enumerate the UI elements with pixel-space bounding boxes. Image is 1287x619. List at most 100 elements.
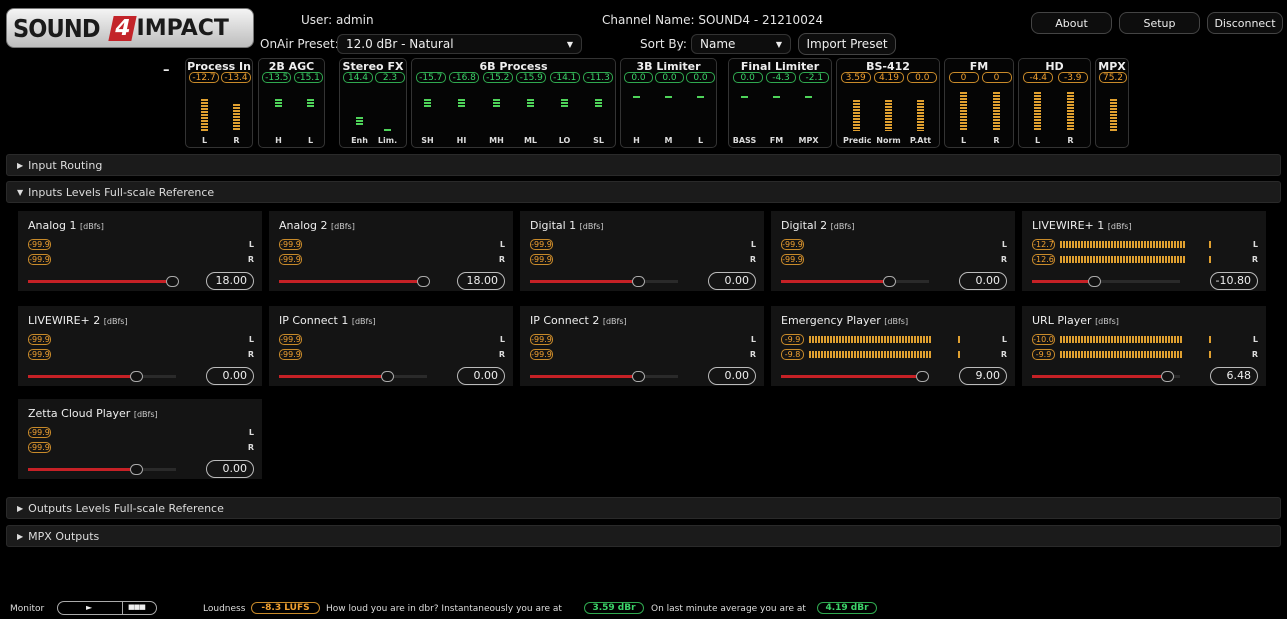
meter-group: FM 0 0 L R [944,58,1014,148]
gain-slider-track[interactable] [781,371,929,382]
meter-group: 2B AGC -13.5 -15.1 H L [258,58,325,148]
right-channel-label: R [1000,255,1007,264]
meter-bar-label: FM [769,136,784,145]
left-level-pill: -99.9 [279,239,302,250]
gain-value-input[interactable]: 0.00 [457,367,505,385]
input-routing-section[interactable]: ▶ Input Routing [6,154,1281,176]
gain-value-input[interactable]: 18.00 [457,272,505,290]
gain-value-input[interactable]: 0.00 [206,460,254,478]
meters-collapse-button[interactable]: – [163,63,170,78]
onair-preset-select[interactable]: 12.0 dBr - Natural ▼ [337,34,582,54]
gain-slider-knob[interactable] [632,371,646,382]
dropdown-caret-icon: ▼ [775,39,782,49]
gain-slider-knob[interactable] [130,371,144,382]
gain-slider-knob[interactable] [381,371,395,382]
gain-slider-track[interactable] [279,276,430,287]
gain-slider-track[interactable] [530,276,678,287]
gain-slider-track[interactable] [1032,371,1180,382]
left-level-pill: -99.9 [28,427,51,438]
channel-value: SOUND4 - 21210024 [698,13,824,27]
mpx-outputs-section[interactable]: ▶ MPX Outputs [6,525,1281,547]
disconnect-button[interactable]: Disconnect [1207,12,1283,34]
right-level-pill: -99.9 [279,349,302,360]
output-levels-section[interactable]: ▶ Outputs Levels Full-scale Reference [6,497,1281,519]
input-name: Zetta Cloud Player [28,407,131,420]
input-card-title: LIVEWIRE+ 2 [dBfs] [28,314,128,327]
gain-slider-knob[interactable] [165,276,179,287]
meter-value-pill: 2.3 [375,72,405,83]
gain-slider-knob[interactable] [1088,276,1102,287]
gain-slider-knob[interactable] [883,276,897,287]
right-level-pill: -99.9 [530,349,553,360]
meter-bar [805,96,812,99]
import-preset-button[interactable]: Import Preset [798,33,896,55]
meter-value-pill: -2.1 [799,72,830,83]
play-icon[interactable]: ► [86,603,92,612]
level-meter-bar [1060,256,1185,263]
meter-bar [595,99,602,107]
gain-value-input[interactable]: 0.00 [206,367,254,385]
gain-value-input[interactable]: -10.80 [1210,272,1258,290]
gain-slider-track[interactable] [530,371,678,382]
meter-value-pill: -15.2 [482,72,513,83]
gain-slider-track[interactable] [1032,276,1180,287]
meter-bar [307,99,314,107]
meter-bar-label: R [233,136,240,145]
gain-slider-track[interactable] [781,276,929,287]
meter-group: 3B Limiter 0.0 0.0 0.0 H M L [620,58,717,148]
gain-value-input[interactable]: 9.00 [959,367,1007,385]
left-channel-label: L [750,240,756,249]
input-name: LIVEWIRE+ 1 [1032,219,1105,232]
left-level-pill: -10.0 [1032,334,1055,345]
gain-slider-track[interactable] [28,371,176,382]
meter-group: 6B Process -15.7 -16.8 -15.2 -15.9 -14.1 -11.3… [411,58,616,148]
left-channel-label: L [248,240,254,249]
channel-info: Channel Name: SOUND4 - 21210024 [602,13,823,27]
meter-value-pill: 0.0 [732,72,763,83]
loudness-label: Loudness [203,604,246,614]
gain-slider-track[interactable] [28,464,176,475]
meter-bar-label: MH [489,136,504,145]
input-card-title: LIVEWIRE+ 1 [dBfs] [1032,219,1132,232]
meter-value-pill: -11.3 [583,72,614,83]
gain-slider-knob[interactable] [632,276,646,287]
sortby-select[interactable]: Name ▼ [691,34,791,54]
input-card-title: Analog 2 [dBfs] [279,219,355,232]
gain-slider-track[interactable] [279,371,427,382]
meter-bar [275,99,282,107]
input-card: Analog 2 [dBfs] -99.9 -99.9 L R 18.00 [269,211,513,291]
meter-bar-label: Predic [843,136,872,145]
meter-bar [424,99,431,107]
input-card: LIVEWIRE+ 1 [dBfs] -12.7 -12.6 L R -10.8… [1022,211,1266,291]
setup-button[interactable]: Setup [1119,12,1200,34]
gain-slider-knob[interactable] [915,371,929,382]
meter-value-pill: -13.5 [262,72,292,83]
gain-slider-track[interactable] [28,276,179,287]
gain-slider-knob[interactable] [416,276,430,287]
input-card: Digital 2 [dBfs] -99.9 -99.9 L R 0.00 [771,211,1015,291]
gain-value-input[interactable]: 0.00 [959,272,1007,290]
right-level-pill: -12.6 [1032,254,1055,265]
gain-slider-knob[interactable] [130,464,144,475]
gain-slider-knob[interactable] [1160,371,1174,382]
right-level-pill: -9.8 [781,349,804,360]
input-name: URL Player [1032,314,1092,327]
meter-bar [233,104,240,131]
gain-value-input[interactable]: 6.48 [1210,367,1258,385]
input-levels-label: Inputs Levels Full-scale Reference [28,185,215,199]
menu-icon[interactable]: ■■■ [128,603,146,611]
level-meter-bar [1060,336,1182,343]
gain-value-input[interactable]: 0.00 [708,272,756,290]
input-card-title: URL Player [dBfs] [1032,314,1119,327]
gain-value-input[interactable]: 18.00 [206,272,254,290]
about-button[interactable]: About [1031,12,1112,34]
right-channel-label: R [749,350,756,359]
gain-value-input[interactable]: 0.00 [708,367,756,385]
right-level-pill: -9.9 [1032,349,1055,360]
peak-marker [1209,351,1211,358]
meter-bar [885,100,892,131]
input-levels-section[interactable]: ▼ Inputs Levels Full-scale Reference [6,181,1281,203]
input-card-title: Emergency Player [dBfs] [781,314,908,327]
meter-bar-label: M [664,136,673,145]
meter-group: HD -4.4 -3.9 L R [1018,58,1091,148]
